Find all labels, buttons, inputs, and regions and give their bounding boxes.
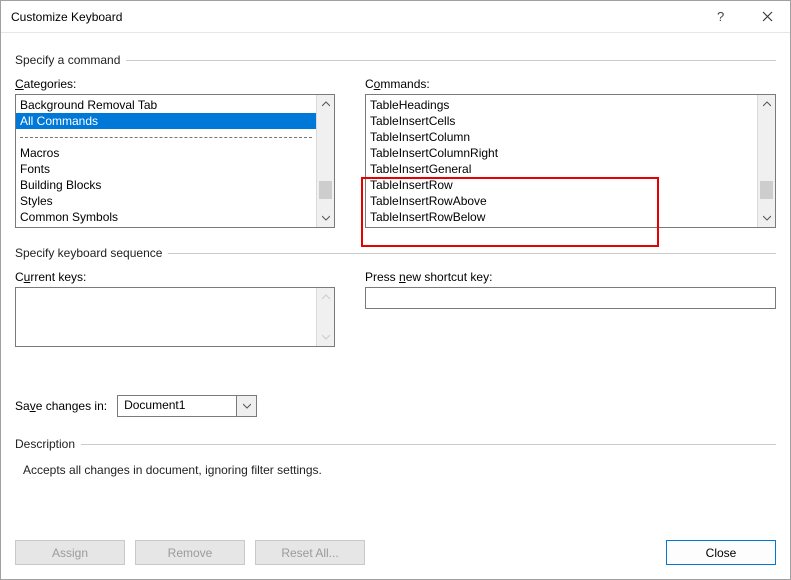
save-changes-value: Document1 [118,396,236,416]
current-keys-listbox[interactable] [15,287,335,347]
commands-listbox[interactable]: TableHeadingsTableInsertCellsTableInsert… [365,94,776,228]
section-description: Description [15,437,776,451]
section-label: Specify a command [15,53,120,67]
help-button[interactable]: ? [700,1,745,33]
close-button[interactable]: Close [666,540,776,565]
chevron-down-icon[interactable] [236,396,256,416]
scroll-up-icon[interactable] [758,95,775,113]
save-changes-label: Save changes in: [15,399,107,413]
list-item[interactable]: Styles [16,193,316,209]
divider [126,60,776,61]
list-item[interactable]: TableHeadings [366,97,757,113]
scroll-thumb[interactable] [760,181,773,199]
remove-button: Remove [135,540,245,565]
list-item[interactable]: TableInsertCells [366,113,757,129]
scroll-track[interactable] [758,113,775,209]
list-item[interactable]: TableInsertGeneral [366,161,757,177]
list-item[interactable]: TableInsertRowAbove [366,193,757,209]
scroll-track [317,306,334,328]
scrollbar[interactable] [316,288,334,346]
list-item[interactable]: TableInsertColumn [366,129,757,145]
section-label: Specify keyboard sequence [15,246,162,260]
scroll-thumb[interactable] [319,181,332,199]
list-separator [16,129,316,145]
svg-text:?: ? [717,10,724,24]
close-icon[interactable] [745,1,790,33]
scrollbar[interactable] [757,95,775,227]
list-item[interactable]: Fonts [16,161,316,177]
scroll-track[interactable] [317,113,334,209]
scroll-down-icon[interactable] [758,209,775,227]
section-specify-command: Specify a command [15,53,776,67]
current-keys-label: Current keys: [15,270,335,284]
save-changes-combo[interactable]: Document1 [117,395,257,417]
categories-listbox[interactable]: Background Removal TabAll Commands Macros… [15,94,335,228]
press-new-label: Press new shortcut key: [365,270,776,284]
divider [168,253,776,254]
divider [81,444,776,445]
categories-label: Categories: [15,77,335,91]
list-item[interactable]: Background Removal Tab [16,97,316,113]
scroll-down-icon[interactable] [317,209,334,227]
list-item[interactable]: TableInsertRowBelow [366,209,757,225]
list-item[interactable]: Common Symbols [16,209,316,225]
list-item[interactable]: Macros [16,145,316,161]
assign-button: Assign [15,540,125,565]
scroll-down-icon[interactable] [317,328,334,346]
scroll-up-icon[interactable] [317,95,334,113]
reset-all-button: Reset All... [255,540,365,565]
list-item[interactable]: All Commands [16,113,316,129]
section-specify-sequence: Specify keyboard sequence [15,246,776,260]
scrollbar[interactable] [316,95,334,227]
description-text: Accepts all changes in document, ignorin… [23,463,776,477]
section-label: Description [15,437,75,451]
commands-label: Commands: [365,77,776,91]
list-item[interactable]: TableInsertRow [366,177,757,193]
title-bar: Customize Keyboard ? [1,1,790,33]
dialog-title: Customize Keyboard [11,10,700,24]
new-shortcut-input[interactable] [365,287,776,309]
list-item[interactable]: Building Blocks [16,177,316,193]
scroll-up-icon[interactable] [317,288,334,306]
list-item[interactable]: TableInsertColumnRight [366,145,757,161]
